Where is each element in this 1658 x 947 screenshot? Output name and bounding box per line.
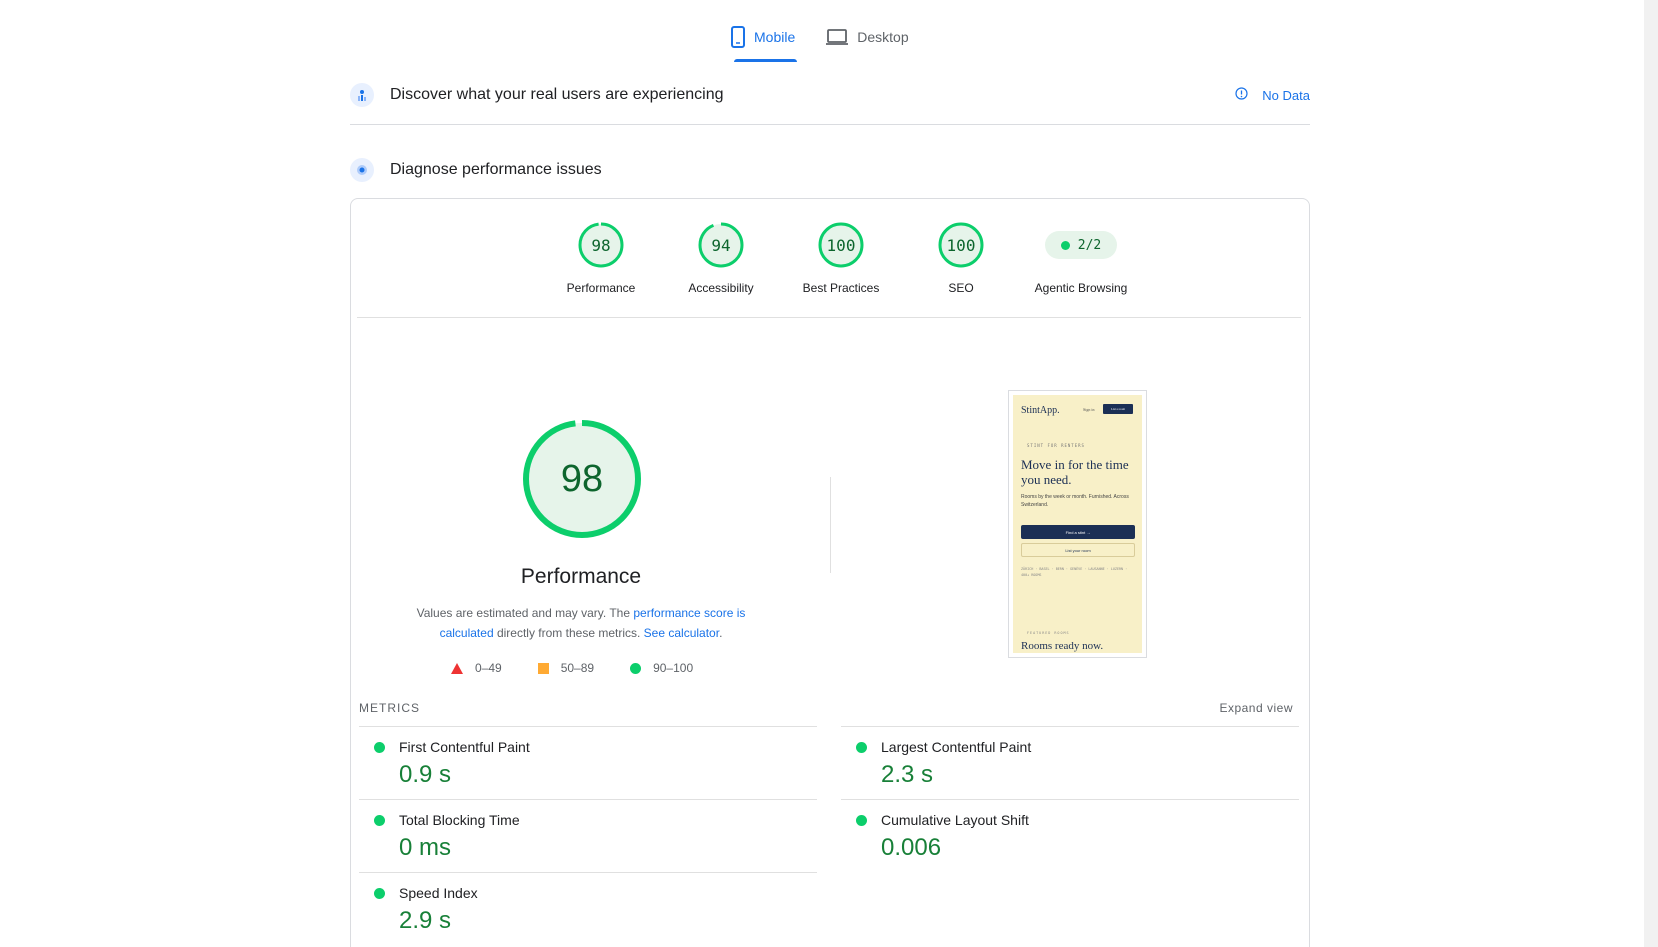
pass-dot-icon [374,815,385,826]
metric-label: Largest Contentful Paint [881,739,1032,755]
gauge-accessibility[interactable]: 94 Accessibility [661,221,781,295]
pass-dot-icon [374,742,385,753]
performance-description: Values are estimated and may vary. The p… [391,603,771,643]
gauge-ring: 98 [577,221,625,269]
gauge-score: 94 [711,235,731,255]
metric-label: Speed Index [399,885,478,901]
gauge-label: Performance [566,281,636,295]
performance-gauge-large: 98 [522,419,642,539]
gauge-ring: 94 [697,221,745,269]
site-section-label: FEATURED ROOMS [1027,631,1070,635]
gauge-score: 100 [946,235,976,255]
site-sign-in: Sign in [1083,407,1095,412]
tab-mobile[interactable]: Mobile [730,18,798,62]
metric-value: 2.3 s [881,761,934,788]
desc-text: directly from these metrics. [493,626,644,640]
report-card: 98 Performance 94 Accessibility 100 Best… [350,198,1310,947]
lab-data-title: Diagnose performance issues [390,161,602,178]
scrollbar[interactable] [1644,0,1658,947]
gauge-ring: 100 [817,221,865,269]
site-city-list: ZÜRICH · BASEL · BERN · GENÈVE · LAUSANN… [1021,567,1128,577]
screenshot-canvas: StintApp. Sign in List a room STINT FOR … [1013,395,1142,653]
gauge-label: SEO [948,281,974,295]
site-subtitle: Rooms by the week or month. Furnished. A… [1021,494,1129,508]
desc-text: . [719,626,723,640]
legend-label: 90–100 [653,661,694,675]
site-kicker: STINT FOR RENTERS [1027,443,1085,448]
legend-label: 50–89 [560,661,595,675]
legend-label: 0–49 [475,661,502,675]
agentic-score: 2/2 [1077,237,1102,253]
section-divider [350,124,1310,125]
calculator-link[interactable]: See calculator [644,626,719,640]
gauge-label: Accessibility [688,281,754,295]
site-footer-heading: Rooms ready now. [1021,640,1104,652]
metric-cumulative-layout-shift: Cumulative Layout Shift 0.006 [841,799,1299,872]
gauge-label: Best Practices [802,281,880,295]
metric-label: Total Blocking Time [399,812,520,828]
legend-average: 50–89 [537,661,595,675]
gauge-seo[interactable]: 100 SEO [901,221,1021,295]
page-screenshot[interactable]: StintApp. Sign in List a room STINT FOR … [1008,390,1147,658]
tab-desktop[interactable]: Desktop [825,18,909,56]
metric-speed-index: Speed Index 2.9 s [359,872,817,945]
diagnose-icon [350,158,374,182]
pass-dot-icon [856,742,867,753]
site-headline: Move in for the time you need. [1021,457,1129,487]
lab-data-section: Diagnose performance issues [350,155,1310,185]
gauge-agentic-browsing[interactable]: 2/2 Agentic Browsing [1021,221,1141,295]
field-data-section: Discover what your real users are experi… [350,80,1310,110]
agentic-pill: 2/2 [1045,231,1117,259]
metric-value: 0 ms [399,834,452,861]
legend-pass: 90–100 [630,661,693,675]
performance-score: 98 [560,457,604,500]
circle-icon [630,662,642,674]
info-icon [1235,87,1248,103]
site-secondary-button: List your room [1021,543,1135,557]
field-data-title: Discover what your real users are experi… [390,86,724,103]
expand-view-button[interactable]: Expand view [1219,701,1293,715]
gauge-score: 100 [826,235,856,255]
triangle-icon [451,662,463,674]
gauges-divider [357,317,1301,318]
site-primary-button: Find a stint → [1021,525,1135,539]
tab-desktop-label: Desktop [857,29,909,45]
tab-mobile-label: Mobile [754,29,796,45]
gauge-label: Agentic Browsing [1034,281,1128,295]
device-tabs: Mobile Desktop [730,18,909,62]
site-logo: StintApp. [1021,405,1060,416]
gauge-performance[interactable]: 98 Performance [541,221,661,295]
metric-label: First Contentful Paint [399,739,530,755]
metric-largest-contentful-paint: Largest Contentful Paint 2.3 s [841,726,1299,799]
metric-label: Cumulative Layout Shift [881,812,1029,828]
score-legend: 0–49 50–89 90–100 [451,661,693,675]
users-chart-icon [350,83,374,107]
performance-title: Performance [520,565,642,588]
metric-value: 0.9 s [399,761,452,788]
laptop-icon [825,28,849,46]
legend-fail: 0–49 [451,661,502,675]
square-icon [537,662,549,674]
desc-text: Values are estimated and may vary. The [416,606,634,620]
metric-total-blocking-time: Total Blocking Time 0 ms [359,799,817,872]
metrics-title: METRICS [359,701,420,715]
metric-value: 2.9 s [399,907,452,934]
phone-icon [730,26,746,48]
gauge-score: 98 [591,235,611,255]
category-gauges: 98 Performance 94 Accessibility 100 Best… [541,221,1141,295]
pass-dot-icon [856,815,867,826]
gauge-best-practices[interactable]: 100 Best Practices [781,221,901,295]
no-data-label: No Data [1262,87,1310,103]
metric-first-contentful-paint: First Contentful Paint 0.9 s [359,726,817,799]
metric-value: 0.006 [881,834,942,861]
pass-dot-icon [374,888,385,899]
vertical-divider [830,477,831,573]
gauge-ring: 100 [937,221,985,269]
no-data-link[interactable]: No Data [1235,87,1310,103]
metrics-header: METRICS Expand view [359,701,1293,715]
pass-dot-icon [1060,240,1070,250]
site-cta-small: List a room [1103,404,1133,414]
